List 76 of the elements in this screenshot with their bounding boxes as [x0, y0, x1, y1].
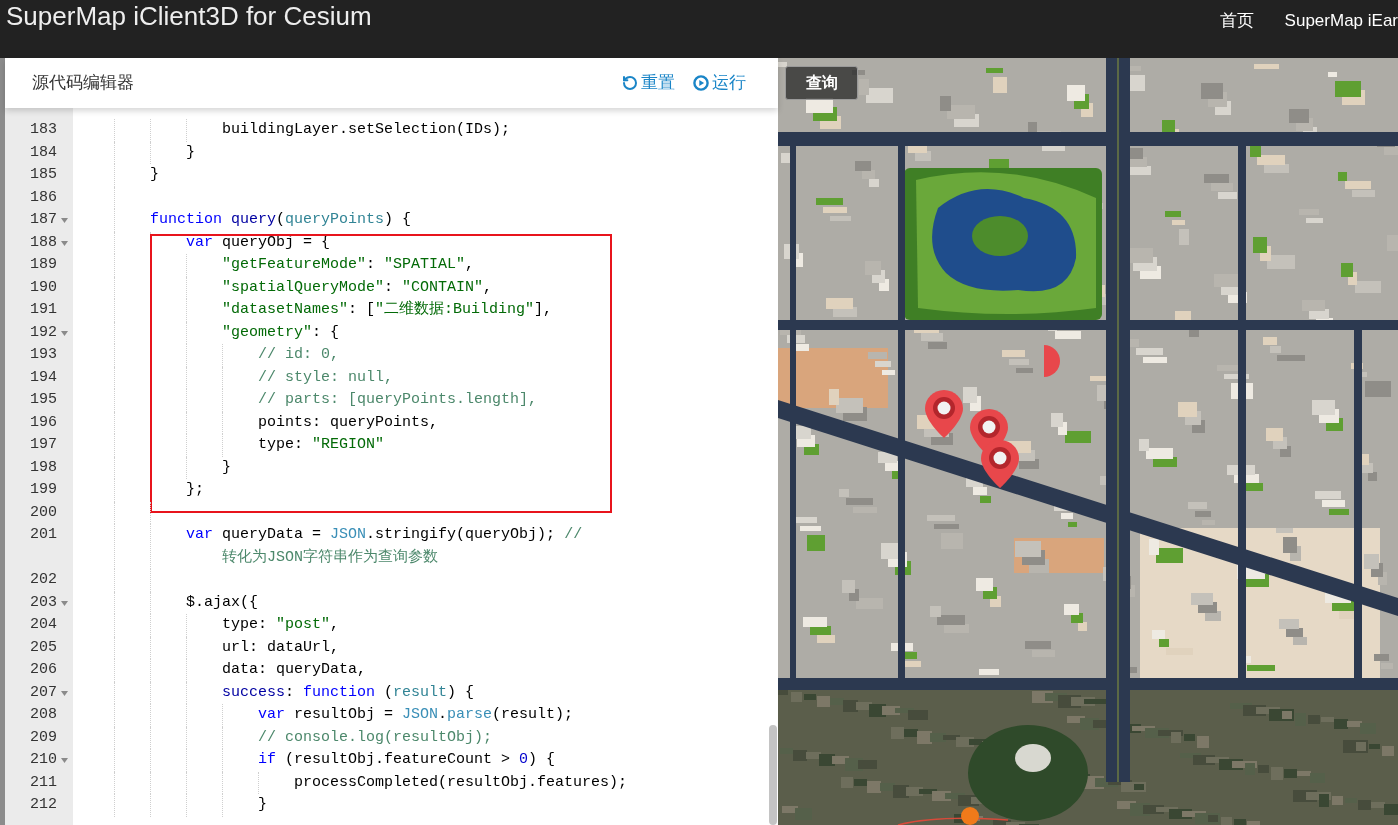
- line-number: 194: [30, 367, 57, 388]
- code-line: processCompleted(resultObj.features);: [294, 772, 628, 793]
- code-line: }: [150, 165, 159, 185]
- code-line: };: [186, 480, 205, 500]
- editor-title: 源代码编辑器: [32, 72, 134, 95]
- line-number: 187: [30, 210, 57, 230]
- line-number: 211: [30, 772, 57, 793]
- caret-down-icon[interactable]: [61, 690, 68, 696]
- map-pin-icon: [925, 390, 963, 438]
- line-number: 190: [30, 277, 57, 298]
- caret-down-icon[interactable]: [61, 758, 68, 763]
- code-line: data: queryData,: [222, 660, 367, 680]
- caret-down-icon[interactable]: [61, 240, 68, 246]
- reset-button[interactable]: 重置: [622, 70, 675, 96]
- code-line: "datasetNames": ["二维数据:Building"],: [222, 299, 553, 320]
- run-button[interactable]: 运行: [693, 70, 746, 96]
- line-number: 192: [30, 322, 57, 343]
- line-number: 198: [30, 457, 57, 478]
- line-number: 193: [30, 345, 57, 365]
- map-pin-icon: [1044, 345, 1060, 377]
- code-line: // id: 0,: [258, 345, 340, 365]
- code-line: // style: null,: [258, 367, 394, 388]
- line-number: 183: [30, 120, 57, 140]
- line-number: 184: [30, 142, 57, 163]
- line-number: 191: [30, 300, 57, 320]
- code-line: }: [222, 457, 232, 478]
- code-line: url: dataUrl,: [222, 637, 340, 658]
- line-number: 210: [30, 750, 57, 770]
- line-number: 186: [30, 187, 57, 208]
- line-number: 202: [30, 570, 57, 590]
- line-number: 200: [30, 502, 57, 523]
- line-number: 195: [30, 390, 57, 410]
- line-number: 209: [30, 727, 57, 748]
- line-number: 206: [30, 660, 57, 680]
- line-number: 188: [30, 232, 57, 253]
- nav-link[interactable]: SuperMap iEar: [1284, 10, 1398, 32]
- code-line: var resultObj = JSON.parse(result);: [258, 705, 574, 725]
- line-number: 189: [30, 255, 57, 275]
- code-line: "spatialQueryMode": "CONTAIN",: [222, 277, 493, 298]
- code-line: type: "post",: [222, 615, 340, 635]
- code-line: }: [186, 142, 196, 163]
- line-number: 196: [30, 412, 57, 433]
- line-number: 208: [30, 705, 57, 725]
- line-number: 203: [30, 592, 57, 613]
- line-number: 197: [30, 435, 57, 455]
- code-line: "geometry": {: [222, 322, 340, 343]
- code-line: buildingLayer.setSelection(IDs);: [222, 120, 511, 140]
- map-pin-icon: [981, 440, 1019, 488]
- code-line: $.ajax({: [186, 592, 259, 613]
- code-line: points: queryPoints,: [258, 412, 439, 433]
- line-number: 201: [30, 525, 57, 545]
- code-line: "getFeatureMode": "SPATIAL",: [222, 255, 475, 275]
- line-number: 205: [30, 637, 57, 658]
- nav-link[interactable]: 首页: [1219, 10, 1254, 32]
- code-line: // parts: [queryPoints.length],: [258, 390, 538, 410]
- code-line: }: [258, 795, 268, 815]
- code-line: type: "REGION": [258, 435, 385, 455]
- code-line: success: function (result) {: [222, 682, 475, 703]
- line-number: 199: [30, 480, 57, 500]
- app-title: SuperMap iClient3D for Cesium: [5, 0, 372, 32]
- scrollbar-thumb[interactable]: [769, 725, 777, 825]
- query-button[interactable]: 查询: [785, 66, 858, 100]
- line-number: 185: [30, 165, 57, 185]
- reset-icon: [622, 75, 638, 91]
- play-circle-icon: [693, 75, 709, 91]
- caret-down-icon[interactable]: [61, 600, 68, 606]
- code-line: // console.log(resultObj);: [258, 727, 493, 748]
- line-number: 212: [30, 795, 57, 815]
- caret-down-icon[interactable]: [61, 330, 68, 336]
- line-number: 207: [30, 682, 57, 703]
- caret-down-icon[interactable]: [61, 218, 68, 223]
- code-line: var queryData = JSON.stringify(queryObj); // 转化为JSON字符串作为查询参数: [186, 525, 583, 568]
- ball-marker-icon: [961, 807, 979, 825]
- line-number: 204: [30, 615, 57, 635]
- code-line: function query(queryPoints) {: [150, 210, 412, 230]
- code-line: if (resultObj.featureCount > 0) {: [258, 750, 556, 770]
